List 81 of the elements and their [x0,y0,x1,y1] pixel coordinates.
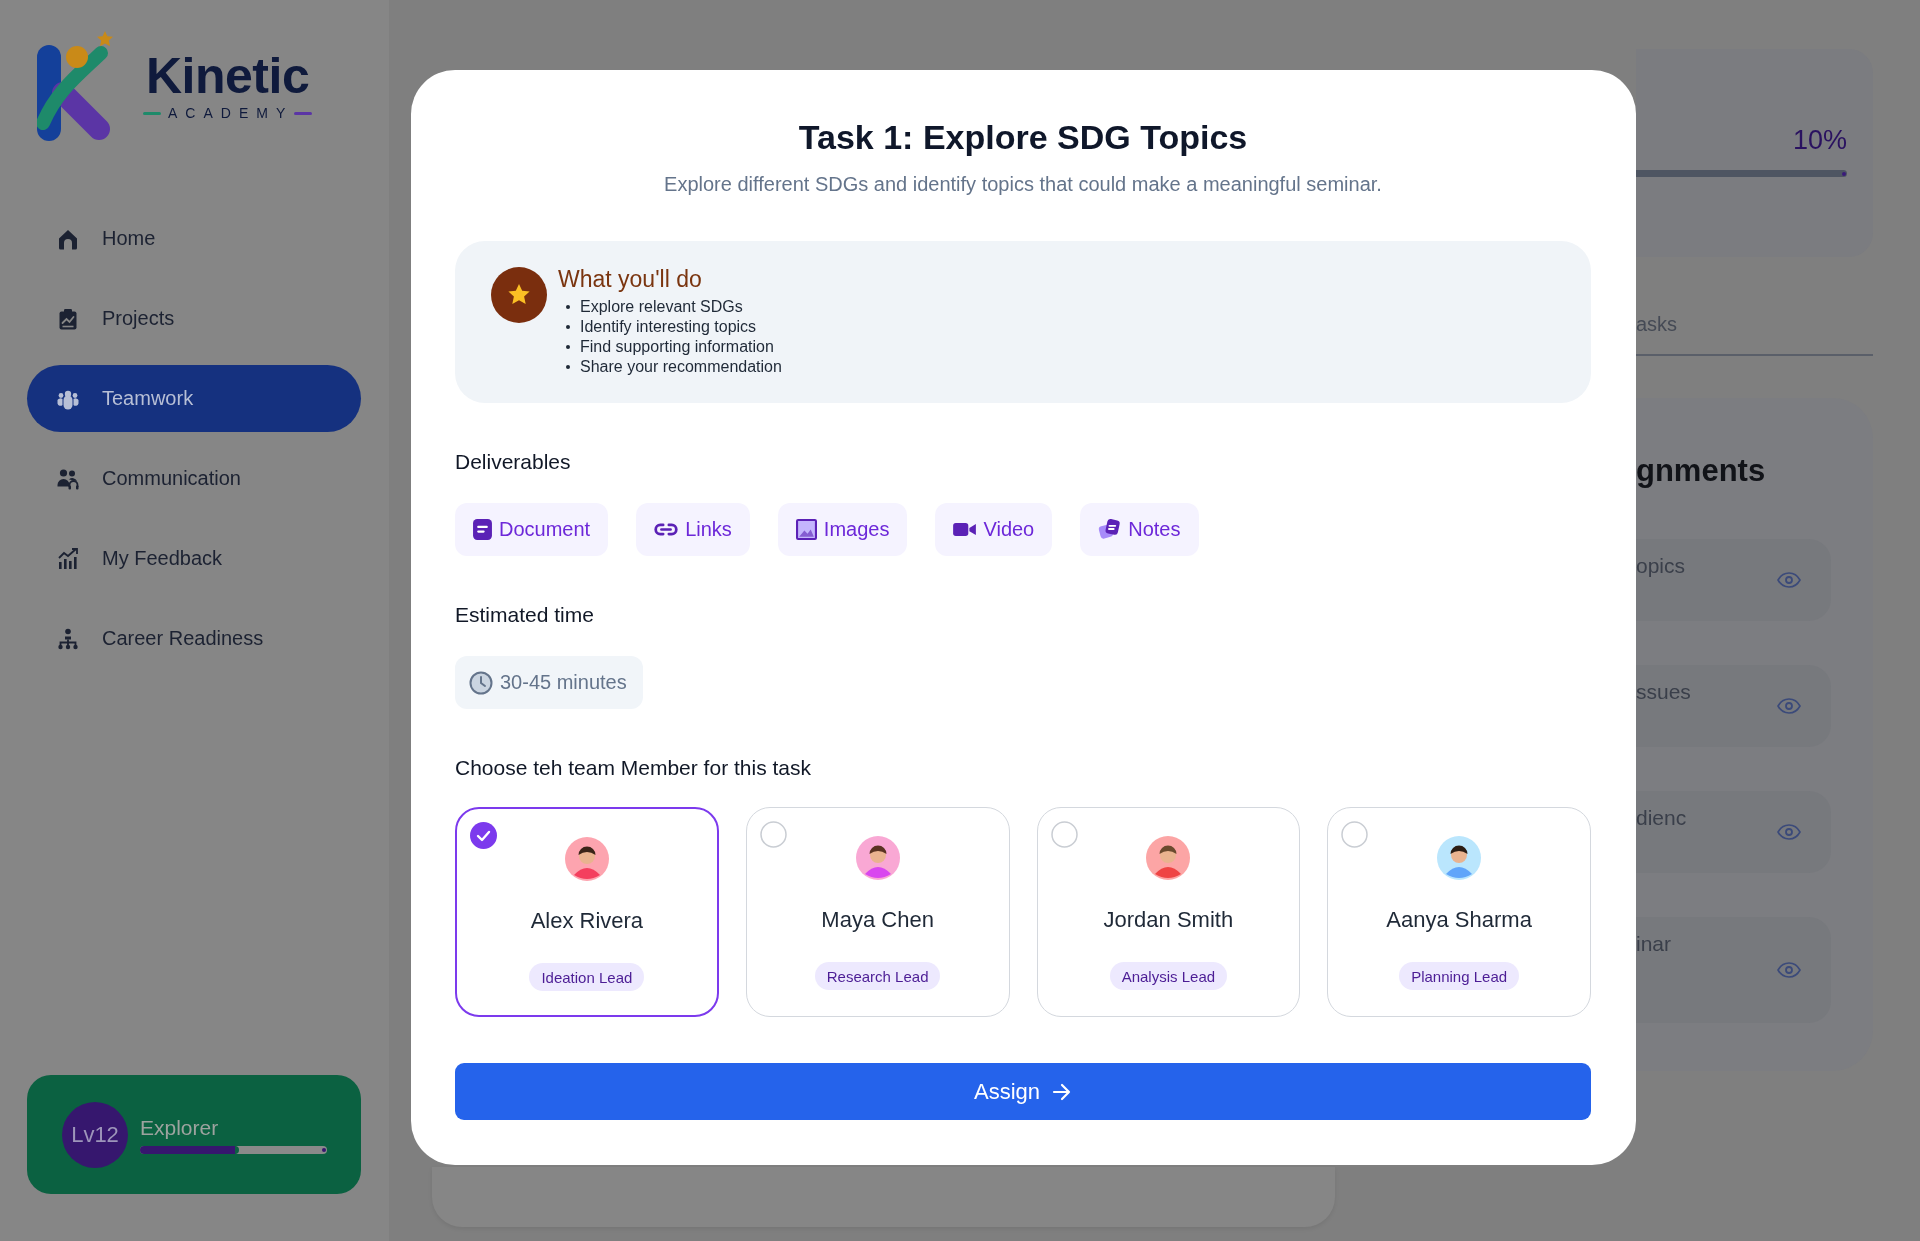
radio-icon[interactable] [1050,821,1078,848]
eye-icon[interactable] [1777,962,1801,978]
eye-icon[interactable] [1777,572,1801,588]
bullet-icon [566,345,570,349]
nav-item[interactable]: Communication [27,445,361,512]
member-card[interactable]: Alex Rivera Ideation Lead [455,807,719,1017]
document-icon [473,519,492,540]
nav-item[interactable]: Career Readiness [27,605,361,672]
org-chart-icon [57,627,79,650]
arrow-right-icon [1052,1082,1072,1101]
time-label: 30-45 minutes [500,671,627,694]
step-text: Explore relevant SDGs [580,298,743,316]
assignment-title: inar [1636,932,1672,956]
section-label: Choose teh team Member for this task [455,755,812,781]
info-heading: What you'll do [558,265,703,293]
member-card[interactable]: Jordan Smith Analysis Lead [1036,807,1301,1017]
dialog-title: Task 1: Explore SDG Topics [797,117,1249,158]
role-tag: Research Lead [814,962,941,990]
assign-button[interactable]: Assign [455,1063,1591,1120]
nav-item[interactable]: Projects [27,285,361,352]
role-tag: Analysis Lead [1109,962,1228,990]
step-text: Share your recommendation [580,358,782,376]
radio-icon[interactable] [759,821,787,848]
assignment-item[interactable]: opics [1636,539,1831,621]
assignment-item[interactable]: dienc [1636,791,1831,873]
bar-chart-arrow-icon [57,547,79,570]
clipboard-chart-icon [57,307,79,330]
brand-tagline: ACADEMY [143,105,313,121]
step-text: Identify interesting topics [580,318,757,336]
video-camera-icon [953,523,977,536]
deliverable-label: Notes [1128,518,1181,541]
assignment-title: dienc [1636,806,1687,830]
link-icon [654,523,679,536]
avatar-icon [564,837,609,881]
avatar-icon [855,836,900,880]
level-badge: Lv12 [62,1101,128,1168]
nav-item[interactable]: Home [27,205,361,272]
eye-icon[interactable] [1777,698,1801,714]
brand-name: Kinetic [146,51,310,101]
assignment-title: opics [1636,554,1686,578]
member-name: Jordan Smith [1103,907,1234,933]
checked-radio-icon[interactable] [470,822,497,849]
dot-icon [1842,171,1846,176]
nav-item[interactable]: Teamwork [27,365,361,432]
deliverable-label: Images [823,518,890,541]
nav-item[interactable]: My Feedback [27,525,361,592]
role-tag: Planning Lead [1399,962,1520,990]
assignment-item[interactable]: inar [1636,917,1831,1023]
avatar-icon [1437,836,1482,880]
eye-icon[interactable] [1777,824,1801,840]
bullet-icon [566,305,570,309]
image-icon [795,519,817,540]
deliverable-label: Video [983,518,1035,541]
avatar-icon [1146,836,1191,880]
assignment-title: ssues [1636,680,1691,704]
member-name: Aanya Sharma [1386,907,1532,933]
step-text: Find supporting information [580,338,774,356]
home-icon [57,227,79,250]
member-card[interactable]: Aanya Sharma Planning Lead [1327,807,1591,1017]
bullet-icon [566,325,570,329]
radio-icon[interactable] [1341,821,1369,848]
notes-icon [1098,518,1122,541]
dot-icon [322,1147,326,1152]
section-label: Estimated time [455,602,595,628]
dialog-subtitle: Explore different SDGs and identify topics that could make a meaningful seminar. [663,172,1383,196]
section-label: Deliverables [455,449,572,475]
member-name: Maya Chen [821,907,934,933]
clock-icon [469,670,493,695]
progress-percent: 10% [1792,125,1847,155]
assignments-heading: gnments [1636,453,1767,489]
role-tag: Ideation Lead [529,963,645,991]
deliverable-label: Document [499,518,591,541]
level-title: Explorer [140,1115,220,1140]
deliverable-label: Links [685,518,732,541]
tab[interactable]: asks [1636,312,1678,336]
logo-icon [37,31,113,141]
member-name: Alex Rivera [530,908,644,934]
bullet-icon [566,365,570,369]
member-card[interactable]: Maya Chen Research Lead [745,807,1010,1017]
assignment-item[interactable]: ssues [1636,665,1831,747]
people-headset-icon [57,467,79,490]
